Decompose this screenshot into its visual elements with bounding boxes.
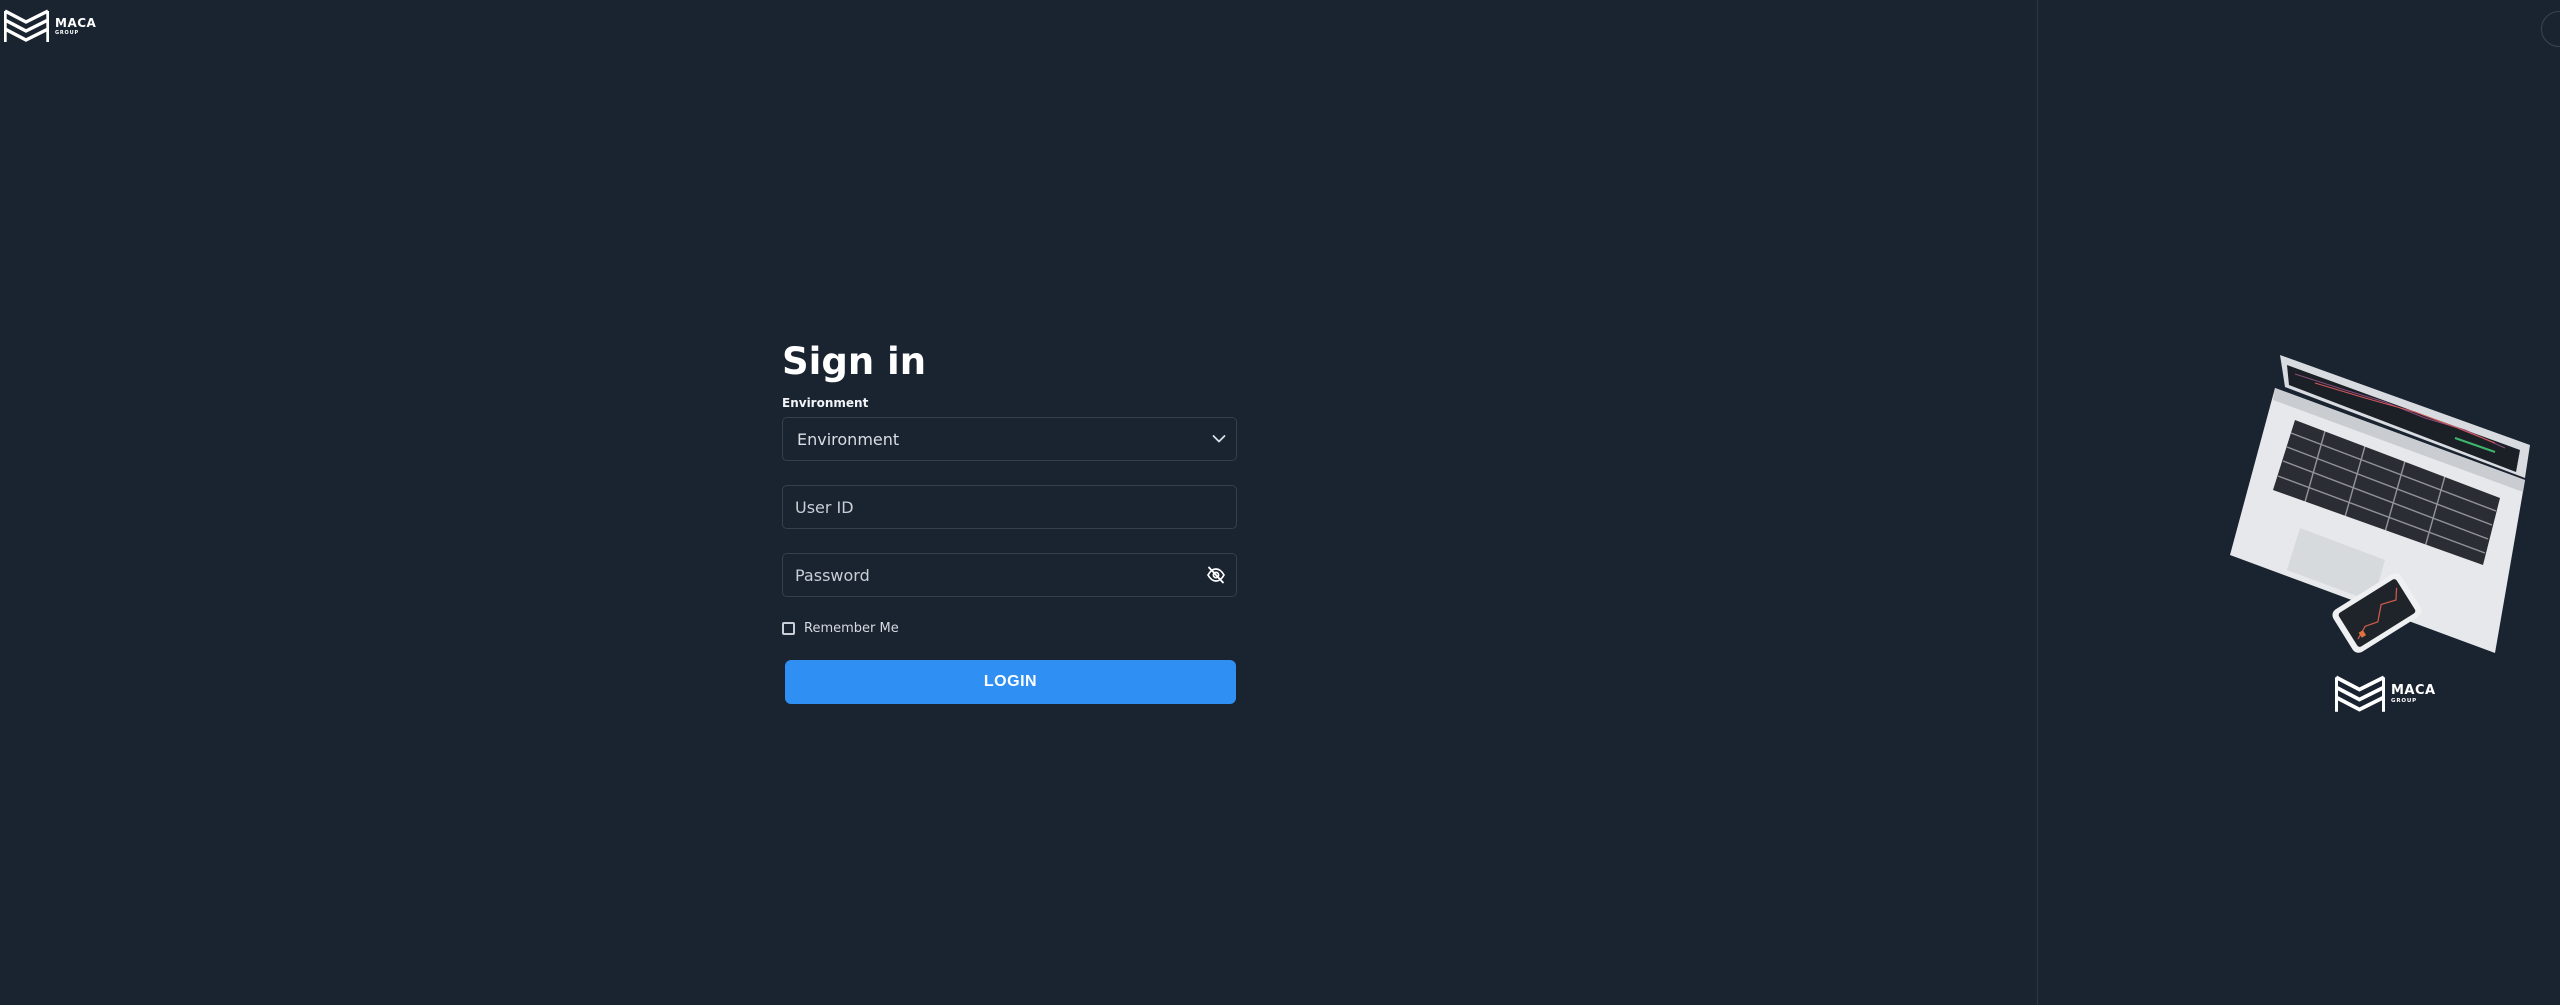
sign-in-form: Sign in Environment Environment User ID … <box>782 340 1237 704</box>
password-placeholder: Password <box>795 565 870 585</box>
remember-me-checkbox[interactable] <box>782 622 795 635</box>
page-title: Sign in <box>782 340 927 383</box>
laptop-phone-illustration <box>2230 355 2530 653</box>
user-id-placeholder: User ID <box>795 497 854 517</box>
environment-label: Environment <box>782 396 869 410</box>
logo-text: MACA GROUP <box>55 17 96 36</box>
remember-me[interactable]: Remember Me <box>782 621 1237 636</box>
panel-divider <box>2037 0 2038 1005</box>
maca-logo-icon <box>4 9 49 42</box>
user-id-field[interactable]: User ID <box>782 485 1237 529</box>
eye-slash-icon[interactable] <box>1206 566 1226 584</box>
login-page: MACA GROUP Sign in Environment Environme… <box>0 0 2560 1005</box>
environment-selected-value: Environment <box>797 429 900 449</box>
login-button[interactable]: LOGIN <box>785 660 1236 704</box>
side-logo-text: MACA GROUP <box>2391 684 2436 705</box>
brand-logo[interactable]: MACA GROUP <box>4 8 96 44</box>
side-logo-name: MACA <box>2391 682 2436 698</box>
environment-select[interactable]: Environment <box>782 417 1237 461</box>
chevron-down-icon <box>1212 435 1226 444</box>
logo-subname: GROUP <box>55 29 79 36</box>
remember-me-label: Remember Me <box>804 621 899 636</box>
corner-control[interactable] <box>2541 11 2560 47</box>
maca-logo-icon <box>2335 675 2385 712</box>
side-logo-subname: GROUP <box>2391 697 2417 704</box>
logo-name: MACA <box>55 15 97 30</box>
side-brand-logo: MACA GROUP <box>2335 674 2436 714</box>
password-field[interactable]: Password <box>782 553 1237 597</box>
